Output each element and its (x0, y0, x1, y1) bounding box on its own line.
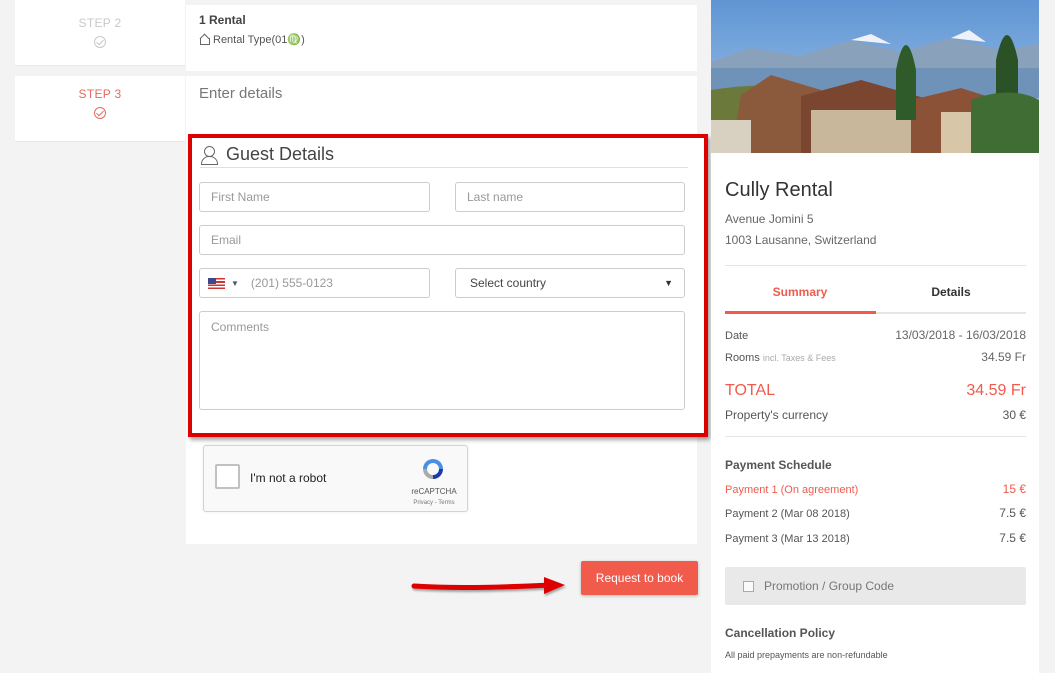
date-label: Date (725, 330, 749, 342)
total-label: TOTAL (725, 382, 776, 399)
date-value: 13/03/2018 - 16/03/2018 (895, 328, 1026, 342)
payment-amount: 7.5 € (999, 506, 1026, 520)
person-icon (200, 145, 218, 165)
recaptcha-brand: reCAPTCHA (411, 487, 457, 496)
us-flag-icon[interactable] (208, 277, 225, 289)
rooms-label: Rooms (725, 352, 760, 364)
comments-field[interactable] (199, 311, 685, 410)
divider (725, 265, 1026, 266)
recaptcha-terms[interactable]: Privacy - Terms (404, 500, 464, 506)
email-field[interactable] (199, 225, 685, 255)
payment-row: Payment 3 (Mar 13 2018) 7.5 € (725, 531, 1026, 545)
step-2-summary: 1 Rental Rental Type(01♍) (186, 5, 697, 71)
tab-summary[interactable]: Summary (725, 285, 875, 299)
guest-details-title: Guest Details (226, 144, 335, 164)
step-2-title: 1 Rental (199, 13, 246, 27)
recaptcha-label: I'm not a robot (250, 471, 327, 485)
cancellation-policy-title: Cancellation Policy (725, 626, 836, 640)
payment-label: Payment 2 (Mar 08 2018) (725, 508, 850, 520)
tab-details[interactable]: Details (876, 285, 1026, 299)
recaptcha-checkbox[interactable] (215, 464, 240, 489)
summary-date-row: Date 13/03/2018 - 16/03/2018 (725, 328, 1026, 342)
step-3-indicator: STEP 3 (15, 76, 185, 142)
step-2-indicator: STEP 2 (15, 0, 185, 66)
chevron-down-icon: ▼ (664, 278, 673, 288)
step-3-title: Enter details (199, 85, 283, 102)
country-select-value: Select country (470, 276, 547, 290)
check-circle-icon (94, 107, 106, 119)
property-photo (711, 0, 1039, 153)
cancellation-policy-text: All paid prepayments are non-refundable (725, 650, 888, 660)
rooms-value: 34.59 Fr (981, 350, 1026, 364)
property-address-line1: Avenue Jomini 5 (725, 212, 814, 226)
property-name: Cully Rental (725, 179, 833, 201)
payment-label: Payment 3 (Mar 13 2018) (725, 533, 850, 545)
payment-row: Payment 1 (On agreement) 15 € (725, 482, 1026, 496)
tab-divider (876, 312, 1026, 314)
step-3-label: STEP 3 (78, 87, 122, 101)
promotion-label: Promotion / Group Code (764, 579, 895, 593)
currency-value: 30 € (1002, 408, 1026, 422)
total-value: 34.59 Fr (966, 382, 1026, 399)
check-circle-icon (94, 36, 106, 48)
property-address-line2: 1003 Lausanne, Switzerland (725, 233, 877, 247)
payment-label: Payment 1 (On agreement) (725, 484, 859, 496)
phone-placeholder: (201) 555-0123 (250, 276, 333, 290)
payment-row: Payment 2 (Mar 08 2018) 7.5 € (725, 506, 1026, 520)
rental-type: Rental Type(01♍) (199, 33, 684, 46)
rooms-note: incl. Taxes & Fees (762, 353, 836, 363)
chevron-down-icon[interactable]: ▼ (231, 279, 239, 288)
booking-summary-sidebar: Cully Rental Avenue Jomini 5 1003 Lausan… (711, 0, 1039, 673)
currency-label: Property's currency (725, 408, 828, 422)
guest-details-form: Guest Details ▼ (201) 555-0123 Select co… (188, 134, 708, 437)
house-icon (199, 34, 210, 45)
divider (725, 436, 1026, 437)
summary-total-row: TOTAL 34.59 Fr (725, 382, 1026, 400)
summary-rooms-row: Rooms incl. Taxes & Fees 34.59 Fr (725, 350, 1026, 364)
country-select[interactable]: Select country ▼ (455, 268, 685, 298)
tab-active-indicator (725, 311, 876, 314)
annotation-arrow-icon (411, 577, 565, 594)
first-name-field[interactable] (199, 182, 430, 212)
promotion-checkbox[interactable] (743, 580, 754, 592)
promotion-code-toggle[interactable]: Promotion / Group Code (725, 567, 1026, 605)
payment-amount: 7.5 € (999, 531, 1026, 545)
rental-type-label: Rental Type(01♍) (213, 34, 305, 46)
guest-details-header: Guest Details (200, 142, 688, 168)
request-to-book-button[interactable]: Request to book (581, 561, 698, 595)
phone-field[interactable]: ▼ (201) 555-0123 (199, 268, 430, 298)
last-name-field[interactable] (455, 182, 685, 212)
step-2-label: STEP 2 (78, 16, 122, 30)
summary-currency-row: Property's currency 30 € (725, 408, 1026, 422)
payment-schedule-title: Payment Schedule (725, 458, 832, 472)
recaptcha-widget: I'm not a robot reCAPTCHA Privacy - Term… (203, 445, 468, 512)
payment-amount: 15 € (1002, 482, 1026, 496)
recaptcha-logo-icon (423, 459, 443, 479)
